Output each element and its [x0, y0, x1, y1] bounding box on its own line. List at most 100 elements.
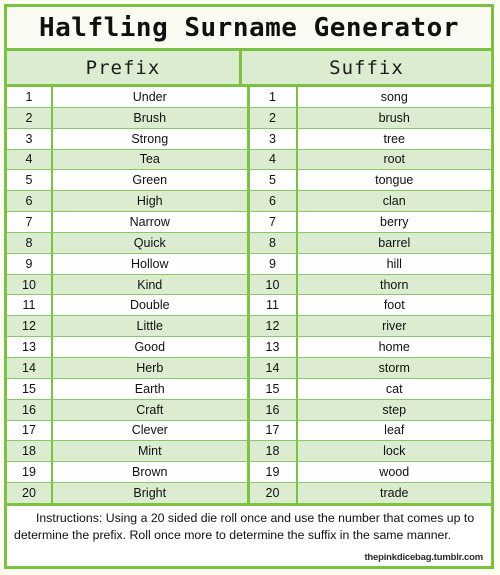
- prefix-roll-number: 4: [7, 149, 53, 170]
- suffix-roll-number: 19: [249, 462, 298, 483]
- suffix-value: thorn: [297, 274, 491, 295]
- table-row: 20 Bright 20 trade: [7, 483, 491, 503]
- table-row: 19 Brown 19 wood: [7, 462, 491, 484]
- prefix-value: Under: [53, 87, 250, 107]
- suffix-roll-number: 5: [249, 170, 298, 191]
- prefix-value: Herb: [53, 357, 250, 378]
- prefix-roll-number: 10: [7, 274, 53, 295]
- suffix-roll-number: 14: [249, 357, 298, 378]
- suffix-value: root: [297, 149, 491, 170]
- prefix-value: High: [53, 191, 250, 212]
- suffix-roll-number: 12: [249, 316, 298, 337]
- prefix-roll-number: 20: [7, 483, 53, 503]
- suffix-value: leaf: [297, 420, 491, 441]
- credit-attribution: thepinkdicebag.tumblr.com: [364, 552, 483, 563]
- prefix-header-label: Prefix: [85, 56, 161, 79]
- table-row: 1 Under 1 song: [7, 87, 491, 108]
- suffix-roll-number: 3: [249, 128, 298, 149]
- table-row: 5 Green 5 tongue: [7, 170, 491, 192]
- suffix-value: barrel: [297, 232, 491, 253]
- suffix-value: berry: [297, 212, 491, 232]
- suffix-roll-number: 18: [249, 441, 298, 462]
- prefix-roll-number: 12: [7, 316, 53, 337]
- prefix-value: Little: [53, 316, 250, 337]
- prefix-roll-number: 3: [7, 128, 53, 149]
- table-row: 13 Good 13 home: [7, 337, 491, 358]
- prefix-roll-number: 14: [7, 357, 53, 378]
- prefix-value: Craft: [53, 399, 250, 420]
- table-row: 18 Mint 18 lock: [7, 441, 491, 463]
- prefix-roll-number: 1: [7, 87, 53, 107]
- table-row: 3 Strong 3 tree: [7, 128, 491, 150]
- suffix-column-group-header: Suffix: [242, 51, 491, 84]
- prefix-value: Hollow: [53, 253, 250, 274]
- suffix-value: hill: [297, 253, 491, 274]
- prefix-roll-number: 11: [7, 295, 53, 316]
- table-row: 11 Double 11 foot: [7, 295, 491, 317]
- prefix-roll-number: 6: [7, 191, 53, 212]
- suffix-value: step: [297, 399, 491, 420]
- table-row: 14 Herb 14 storm: [7, 357, 491, 379]
- generator-table-card: Halfling Surname Generator Prefix Suffix…: [4, 4, 494, 569]
- instructions-block: Instructions: Using a 20 sided die roll …: [7, 506, 491, 566]
- prefix-roll-number: 8: [7, 232, 53, 253]
- prefix-value: Quick: [53, 232, 250, 253]
- prefix-value: Tea: [53, 149, 250, 170]
- suffix-roll-number: 20: [249, 483, 298, 503]
- prefix-column-group-header: Prefix: [7, 51, 242, 84]
- prefix-value: Bright: [53, 483, 250, 503]
- table-row: 10 Kind 10 thorn: [7, 274, 491, 296]
- suffix-roll-number: 17: [249, 420, 298, 441]
- page-title: Halfling Surname Generator: [39, 12, 459, 43]
- prefix-roll-number: 19: [7, 462, 53, 483]
- suffix-value: song: [297, 87, 491, 107]
- suffix-value: cat: [297, 378, 491, 399]
- prefix-value: Kind: [53, 274, 250, 295]
- suffix-roll-number: 9: [249, 253, 298, 274]
- table-row: 2 Brush 2 brush: [7, 107, 491, 129]
- suffix-value: storm: [297, 357, 491, 378]
- suffix-value: foot: [297, 295, 491, 316]
- suffix-value: brush: [297, 107, 491, 128]
- prefix-value: Green: [53, 170, 250, 191]
- prefix-roll-number: 13: [7, 337, 53, 357]
- suffix-roll-number: 11: [249, 295, 298, 316]
- prefix-value: Good: [53, 337, 250, 357]
- prefix-value: Earth: [53, 378, 250, 399]
- suffix-roll-number: 2: [249, 107, 298, 128]
- table-row: 8 Quick 8 barrel: [7, 232, 491, 254]
- suffix-value: lock: [297, 441, 491, 462]
- prefix-value: Mint: [53, 441, 250, 462]
- table-row: 15 Earth 15 cat: [7, 378, 491, 400]
- suffix-value: trade: [297, 483, 491, 503]
- prefix-roll-number: 15: [7, 378, 53, 399]
- suffix-roll-number: 15: [249, 378, 298, 399]
- suffix-roll-number: 4: [249, 149, 298, 170]
- prefix-roll-number: 18: [7, 441, 53, 462]
- title-row: Halfling Surname Generator: [7, 7, 491, 51]
- prefix-value: Brown: [53, 462, 250, 483]
- suffix-roll-number: 7: [249, 212, 298, 232]
- instructions-text: Instructions: Using a 20 sided die roll …: [14, 511, 475, 542]
- prefix-roll-number: 9: [7, 253, 53, 274]
- suffix-roll-number: 16: [249, 399, 298, 420]
- suffix-value: tree: [297, 128, 491, 149]
- prefix-roll-number: 5: [7, 170, 53, 191]
- column-group-header-row: Prefix Suffix: [7, 51, 491, 87]
- table-row: 17 Clever 17 leaf: [7, 420, 491, 442]
- table-row: 16 Craft 16 step: [7, 399, 491, 421]
- prefix-value: Strong: [53, 128, 250, 149]
- suffix-value: tongue: [297, 170, 491, 191]
- table-row: 12 Little 12 river: [7, 316, 491, 338]
- suffix-value: clan: [297, 191, 491, 212]
- table-body: 1 Under 1 song 2 Brush 2 brush 3 Strong 3 tree 4 Tea 4…: [7, 87, 491, 506]
- suffix-value: river: [297, 316, 491, 337]
- table-row: 9 Hollow 9 hill: [7, 253, 491, 275]
- suffix-header-label: Suffix: [329, 56, 404, 79]
- suffix-value: home: [297, 337, 491, 357]
- table-row: 7 Narrow 7 berry: [7, 212, 491, 233]
- prefix-value: Narrow: [53, 212, 250, 232]
- suffix-roll-number: 6: [249, 191, 298, 212]
- prefix-roll-number: 17: [7, 420, 53, 441]
- prefix-roll-number: 16: [7, 399, 53, 420]
